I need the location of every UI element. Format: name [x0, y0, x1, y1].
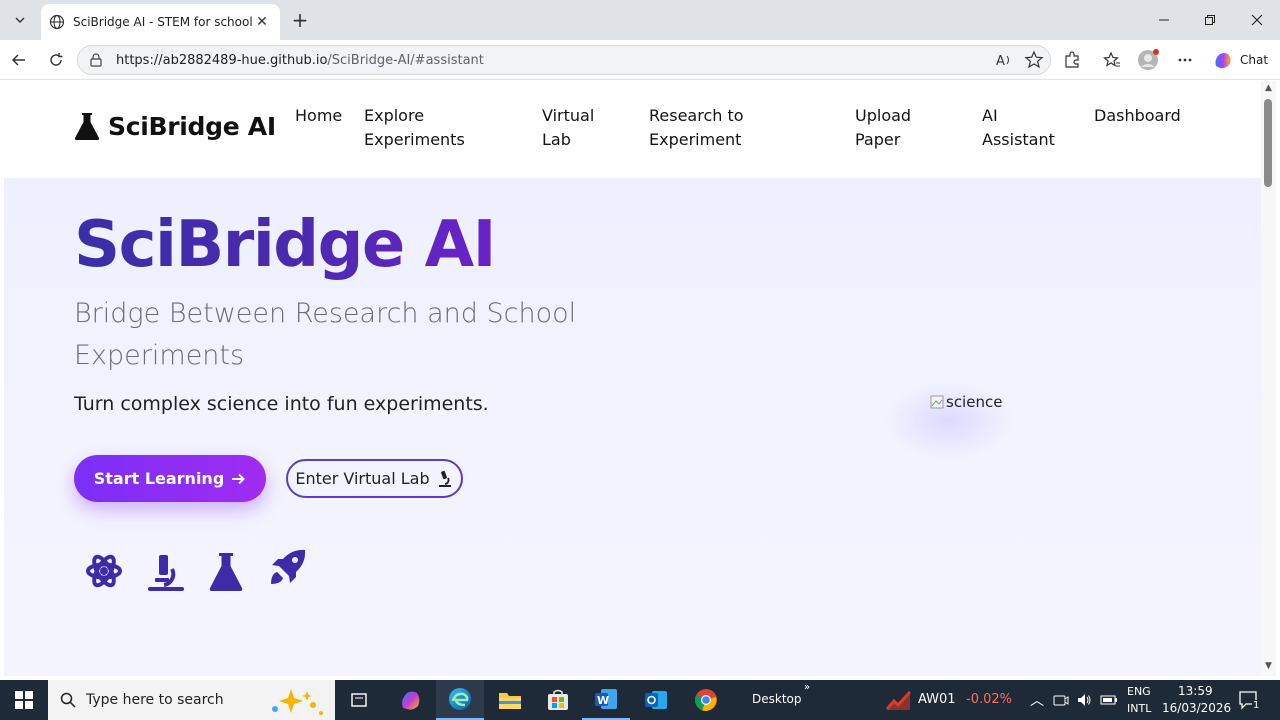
hero-image-alt: science: [946, 393, 1003, 411]
flask-icon: [209, 553, 243, 591]
url-field[interactable]: https://ab2882489-hue.github.io/SciBridg…: [77, 45, 1051, 75]
address-toolbar: https://ab2882489-hue.github.io/SciBridg…: [0, 40, 1280, 80]
hero-title: SciBridge AI: [74, 205, 496, 285]
search-icon: [60, 692, 76, 708]
nav-research-to-experiment[interactable]: Research to Experiment: [649, 104, 779, 152]
favorite-star-icon[interactable]: [1024, 50, 1044, 74]
hero-image: science: [930, 393, 1002, 411]
new-tab-icon[interactable]: +: [288, 8, 312, 32]
favorites-icon[interactable]: [1101, 49, 1123, 71]
arrow-right-icon: [232, 473, 246, 484]
nav-upload-paper[interactable]: Upload Paper: [855, 104, 935, 152]
brand-name: SciBridge AI: [108, 111, 276, 141]
brand-logo[interactable]: SciBridge AI: [74, 111, 276, 141]
chat-label: Chat: [1240, 53, 1269, 67]
enter-virtual-lab-label: Enter Virtual Lab: [295, 469, 430, 488]
chrome-app-icon[interactable]: [682, 680, 730, 720]
edge-browser-icon[interactable]: [436, 680, 484, 720]
url-host: https://ab2882489-hue.github.io: [116, 52, 328, 68]
rocket-icon: [271, 549, 306, 584]
word-app-icon[interactable]: W: [582, 680, 630, 720]
stock-symbol[interactable]: AW01: [918, 692, 956, 707]
battery-icon[interactable]: [1100, 692, 1118, 708]
volume-icon[interactable]: [1076, 692, 1092, 708]
browser-tab[interactable]: SciBridge AI - STEM for schools ✕: [41, 4, 280, 40]
notification-count: 1: [1252, 700, 1261, 711]
read-aloud-icon[interactable]: A: [994, 50, 1014, 74]
scroll-thumb[interactable]: [1264, 99, 1272, 187]
stock-chart-icon: [886, 690, 912, 710]
nav-home[interactable]: Home: [295, 104, 355, 128]
chevron-double-icon[interactable]: »: [804, 682, 810, 693]
windows-taskbar: Type here to search W Desktop » AW01 -0.…: [0, 680, 1280, 720]
flask-logo-icon: [74, 113, 100, 140]
copilot-icon: [1215, 53, 1231, 69]
nav-virtual-lab[interactable]: Virtual Lab: [542, 104, 622, 152]
stock-change: -0.02%: [966, 692, 1012, 707]
tab-title: SciBridge AI - STEM for schools: [73, 15, 252, 29]
microsoft-store-icon[interactable]: [534, 680, 582, 720]
extensions-icon[interactable]: [1061, 49, 1083, 71]
tab-actions-chevron-icon[interactable]: [6, 6, 34, 34]
copilot-chat-button[interactable]: Chat: [1208, 46, 1274, 74]
url-path: /SciBridge-AI/#assistant: [327, 52, 484, 68]
globe-icon: [49, 14, 65, 30]
more-menu-icon[interactable]: [1174, 49, 1196, 71]
site-info-icon[interactable]: [88, 52, 104, 68]
restore-icon[interactable]: [1187, 0, 1233, 40]
scroll-down-icon[interactable]: ▼: [1264, 662, 1273, 671]
svg-text:W: W: [597, 694, 609, 707]
page-viewport: SciBridge AI Home Explore Experiments Vi…: [4, 81, 1261, 676]
close-window-icon[interactable]: [1234, 0, 1280, 40]
reload-icon[interactable]: [44, 48, 68, 72]
scroll-up-icon[interactable]: ▲: [1264, 84, 1273, 93]
search-highlight-sparkle-icon: [272, 689, 323, 715]
tab-strip: SciBridge AI - STEM for schools ✕ +: [0, 0, 1280, 40]
task-view-icon[interactable]: [336, 680, 384, 720]
outlook-app-icon[interactable]: [632, 680, 680, 720]
nav-dashboard[interactable]: Dashboard: [1094, 104, 1204, 128]
language-line-1[interactable]: ENG: [1127, 685, 1151, 698]
enter-virtual-lab-button[interactable]: Enter Virtual Lab: [286, 459, 463, 498]
broken-image-icon: [930, 395, 944, 409]
desktop-label[interactable]: Desktop: [752, 692, 802, 706]
taskbar-search-box[interactable]: Type here to search: [48, 680, 335, 720]
microscope-icon: [148, 555, 184, 591]
nav-explore-experiments[interactable]: Explore Experiments: [364, 104, 494, 152]
close-tab-icon[interactable]: ✕: [252, 12, 272, 32]
window-edge: [1276, 81, 1280, 676]
clock-date[interactable]: 16/03/2026: [1162, 701, 1231, 715]
hero-subtitle: Bridge Between Research and School Exper…: [74, 298, 577, 371]
language-line-2[interactable]: INTL: [1127, 702, 1151, 715]
back-icon[interactable]: [7, 48, 31, 72]
search-placeholder: Type here to search: [86, 692, 224, 708]
clock-time[interactable]: 13:59: [1178, 684, 1213, 698]
nav-ai-assistant[interactable]: AI Assistant: [982, 104, 1072, 152]
windows-start-icon[interactable]: [0, 680, 48, 720]
minimize-icon[interactable]: [1141, 0, 1187, 40]
atom-icon: [86, 554, 122, 588]
copilot-app-icon[interactable]: [386, 680, 434, 720]
start-learning-label: Start Learning: [93, 469, 225, 488]
svg-text:A: A: [996, 54, 1005, 69]
show-hidden-icons-icon[interactable]: ︿: [1030, 690, 1044, 710]
file-explorer-icon[interactable]: [486, 680, 534, 720]
hero-tagline: Turn complex science into fun experiment…: [74, 393, 489, 415]
page-scrollbar[interactable]: ▲ ▼: [1261, 81, 1276, 676]
microscope-small-icon: [438, 470, 451, 487]
profile-avatar-icon[interactable]: [1137, 49, 1159, 71]
start-learning-button[interactable]: Start Learning: [74, 455, 266, 502]
meet-now-icon[interactable]: [1053, 692, 1069, 708]
site-header: SciBridge AI Home Explore Experiments Vi…: [4, 81, 1261, 178]
